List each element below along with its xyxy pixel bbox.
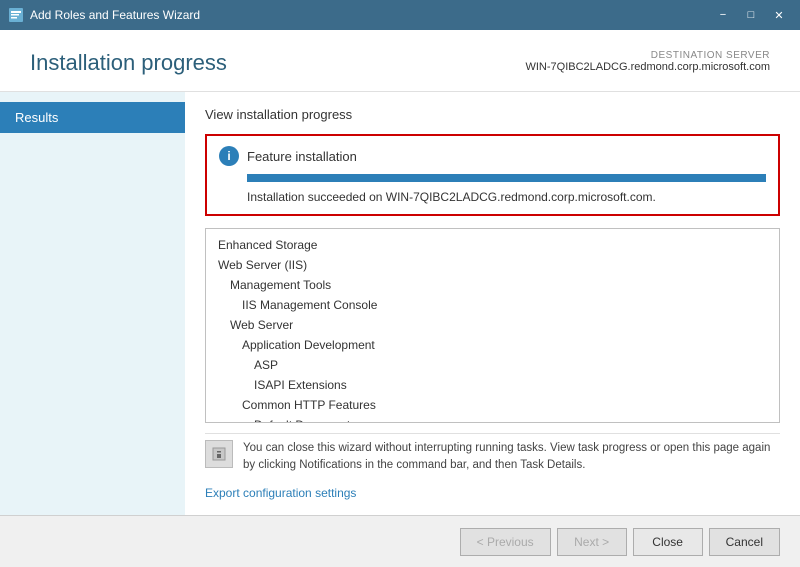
wizard-footer: < Previous Next > Close Cancel — [0, 515, 800, 567]
destination-name: WIN-7QIBC2LADCG.redmond.corp.microsoft.c… — [525, 61, 770, 73]
feature-title: Feature installation — [247, 149, 357, 164]
list-item: Management Tools — [206, 275, 779, 295]
wizard-icon — [8, 7, 24, 23]
notice-icon — [205, 440, 233, 468]
wizard-header: Installation progress DESTINATION SERVER… — [0, 30, 800, 92]
page-title: Installation progress — [30, 50, 227, 76]
feature-header: i Feature installation — [219, 146, 766, 166]
list-item: Common HTTP Features — [206, 395, 779, 415]
list-item: ISAPI Extensions — [206, 375, 779, 395]
destination-server: DESTINATION SERVER WIN-7QIBC2LADCG.redmo… — [525, 50, 770, 73]
next-button[interactable]: Next > — [557, 528, 627, 556]
progress-bar-container — [247, 174, 766, 182]
list-item: ASP — [206, 355, 779, 375]
minimize-button[interactable]: − — [710, 5, 736, 25]
notice-area: You can close this wizard without interr… — [205, 433, 780, 481]
list-item: Application Development — [206, 335, 779, 355]
sidebar: Results — [0, 92, 185, 515]
feature-list: Enhanced StorageWeb Server (IIS)Manageme… — [206, 229, 779, 423]
destination-label: DESTINATION SERVER — [525, 50, 770, 61]
export-link[interactable]: Export configuration settings — [205, 486, 780, 500]
list-item: Web Server (IIS) — [206, 255, 779, 275]
feature-status: Installation succeeded on WIN-7QIBC2LADC… — [247, 190, 766, 204]
feature-installation-box: i Feature installation Installation succ… — [205, 134, 780, 216]
titlebar-title: Add Roles and Features Wizard — [30, 8, 200, 22]
sidebar-item-results[interactable]: Results — [0, 102, 185, 133]
maximize-button[interactable]: □ — [738, 5, 764, 25]
list-item: Enhanced Storage — [206, 235, 779, 255]
feature-list-container[interactable]: Enhanced StorageWeb Server (IIS)Manageme… — [205, 228, 780, 423]
cancel-button[interactable]: Cancel — [709, 528, 780, 556]
wizard-body: Results View installation progress i Fea… — [0, 92, 800, 515]
content-subtitle: View installation progress — [205, 107, 780, 122]
list-item: IIS Management Console — [206, 295, 779, 315]
progress-bar-fill — [247, 174, 766, 182]
list-item: Default Document — [206, 415, 779, 423]
list-item: Web Server — [206, 315, 779, 335]
close-button[interactable]: Close — [633, 528, 703, 556]
content-area: View installation progress i Feature ins… — [185, 92, 800, 515]
titlebar: Add Roles and Features Wizard − □ ✕ — [0, 0, 800, 30]
notice-text: You can close this wizard without interr… — [243, 440, 780, 475]
titlebar-controls: − □ ✕ — [710, 5, 792, 25]
titlebar-close-button[interactable]: ✕ — [766, 5, 792, 25]
previous-button[interactable]: < Previous — [460, 528, 551, 556]
info-icon: i — [219, 146, 239, 166]
titlebar-left: Add Roles and Features Wizard — [8, 7, 200, 23]
wizard: Installation progress DESTINATION SERVER… — [0, 30, 800, 567]
